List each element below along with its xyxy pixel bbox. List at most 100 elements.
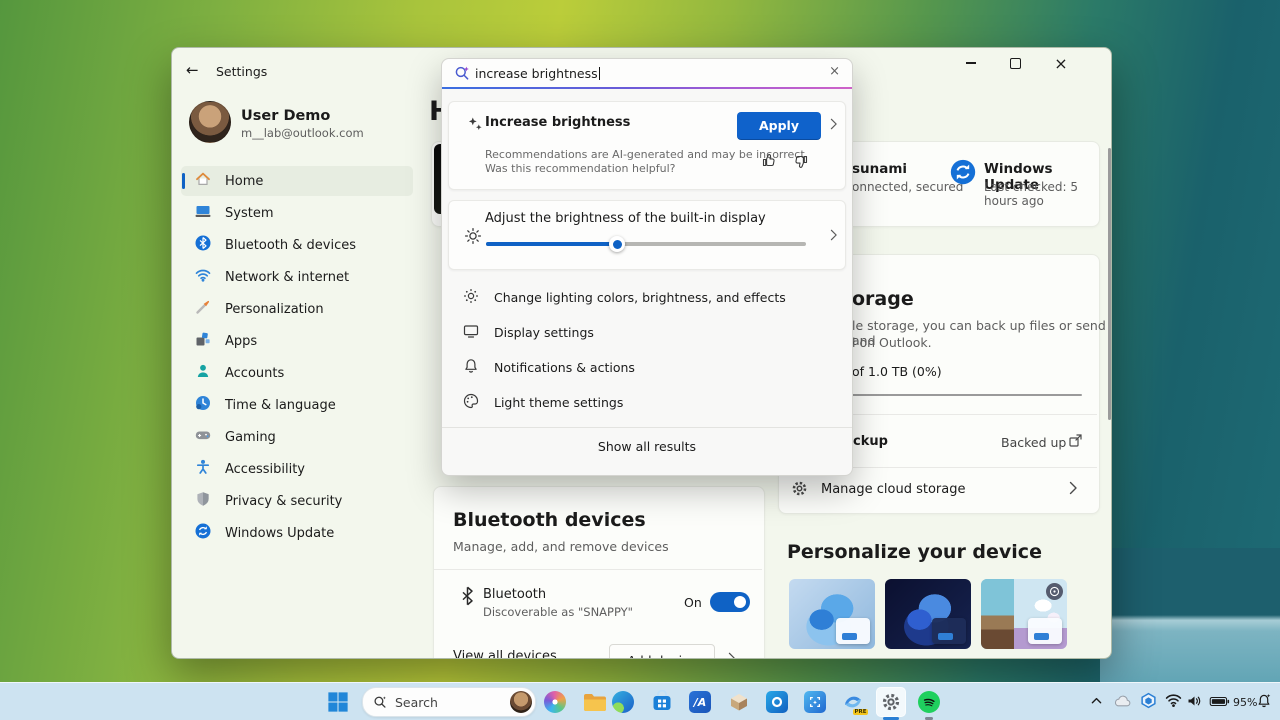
outlook-icon[interactable] (766, 691, 788, 713)
theme-thumbnail-dark[interactable] (885, 579, 971, 649)
sidebar-item-apps[interactable]: Apps (181, 326, 413, 356)
sidebar-item-accounts[interactable]: Accounts (181, 358, 413, 388)
sidebar-item-label: Time & language (225, 398, 336, 413)
network-status-fragment: onnected, secured (852, 180, 963, 194)
bluetooth-toggle-label: On (684, 595, 702, 610)
view-all-devices-label[interactable]: View all devices (453, 649, 557, 659)
bluetooth-row-title: Bluetooth (483, 587, 546, 602)
start-button[interactable] (327, 691, 349, 713)
sidebar-item-accessibility[interactable]: Accessibility (181, 454, 413, 484)
sidebar-item-windows-update[interactable]: Windows Update (181, 518, 413, 548)
theme-thumbnail-spotlight[interactable] (981, 579, 1067, 649)
chevron-right-icon[interactable] (830, 115, 838, 134)
manage-cloud-storage-label[interactable]: Manage cloud storage (821, 482, 966, 497)
apply-label: Apply (759, 118, 799, 133)
scrollbar[interactable] (1108, 148, 1111, 420)
sidebar-item-privacy-security[interactable]: Privacy & security (181, 486, 413, 516)
battery-percent: 95% (1233, 696, 1257, 709)
result-lighting[interactable]: Change lighting colors, brightness, and … (450, 281, 844, 313)
sidebar-item-gaming[interactable]: Gaming (181, 422, 413, 452)
ai-result-card[interactable]: Increase brightness Apply Recommendation… (448, 101, 846, 190)
maximize-button[interactable] (995, 48, 1035, 78)
external-link-icon[interactable] (1068, 433, 1083, 452)
dev-hexagon-icon[interactable] (1140, 692, 1157, 709)
result-light-theme[interactable]: Light theme settings (450, 386, 844, 418)
snipping-tool-icon[interactable] (804, 691, 826, 713)
back-button[interactable]: ← (186, 61, 199, 79)
sidebar-item-time-language[interactable]: Time & language (181, 390, 413, 420)
theme-preview-window (836, 618, 870, 644)
taskbar-search-label: Search (395, 695, 510, 710)
result-notifications[interactable]: Notifications & actions (450, 351, 844, 383)
ai-disclaimer-line1: Recommendations are AI-generated and may… (485, 148, 808, 162)
add-device-button[interactable]: Add device (609, 644, 715, 659)
accessibility-icon (195, 459, 211, 479)
search-input[interactable]: increase brightness (475, 66, 600, 81)
sidebar-item-system[interactable]: System (181, 198, 413, 228)
pre-badge: PRE (853, 709, 868, 715)
tray-wifi-icon[interactable] (1165, 693, 1182, 708)
bluetooth-toggle[interactable] (710, 592, 750, 612)
palette-icon (463, 393, 479, 412)
brightness-card-title: Adjust the brightness of the built-in di… (485, 211, 766, 226)
desktop: ← Settings × User Demo m__lab@outlook.co… (0, 0, 1280, 720)
close-icon: × (1041, 48, 1081, 78)
ai-sparkle-icon (467, 116, 483, 136)
bluetooth-card-title: Bluetooth devices (453, 509, 646, 531)
system-icon (195, 203, 211, 223)
backup-status: Backed up (1001, 435, 1066, 450)
gamepad-icon (195, 427, 211, 447)
onedrive-cloud-icon[interactable] (1113, 693, 1132, 709)
result-label: Light theme settings (494, 395, 623, 410)
tray-volume-icon[interactable] (1186, 693, 1202, 709)
personalize-title: Personalize your device (787, 541, 1042, 563)
brightness-result-card[interactable]: Adjust the brightness of the built-in di… (448, 200, 846, 270)
sidebar-item-label: Privacy & security (225, 494, 342, 509)
apply-button[interactable]: Apply (737, 112, 821, 140)
show-all-results-button[interactable]: Show all results (442, 439, 852, 454)
thumbs-down-icon[interactable] (793, 154, 809, 174)
sidebar-item-bluetooth-devices[interactable]: Bluetooth & devices (181, 230, 413, 260)
thumbs-up-icon[interactable] (761, 152, 777, 172)
settings-taskbar-icon[interactable] (876, 687, 906, 717)
backup-label-fragment: ckup (853, 434, 888, 449)
chevron-right-icon[interactable] (830, 226, 838, 245)
avatar[interactable] (189, 101, 231, 143)
microsoft-store-icon[interactable] (651, 690, 673, 712)
preview-app-icon[interactable]: PRE (842, 691, 864, 713)
brightness-slider[interactable] (486, 242, 806, 246)
search-bar[interactable]: increase brightness × (442, 59, 852, 87)
app-tile-a-icon[interactable]: ∕A (689, 691, 711, 713)
spotify-icon[interactable] (918, 691, 940, 713)
theme-thumbnail-light[interactable] (789, 579, 875, 649)
taskbar-search-box[interactable]: Search (362, 687, 536, 717)
wifi-icon (195, 267, 211, 287)
selected-indicator (182, 173, 185, 189)
box-app-icon[interactable] (728, 691, 750, 713)
windows-update-icon (950, 159, 976, 189)
sidebar-item-network-internet[interactable]: Network & internet (181, 262, 413, 292)
file-explorer-icon[interactable] (583, 693, 607, 712)
battery-icon[interactable] (1208, 694, 1231, 709)
brightness-slider-thumb[interactable] (609, 236, 625, 252)
notification-bell-icon[interactable] (1256, 693, 1272, 709)
sidebar-item-home[interactable]: Home (181, 166, 413, 196)
result-display-settings[interactable]: Display settings (450, 316, 844, 348)
result-label: Change lighting colors, brightness, and … (494, 290, 786, 305)
spotlight-icon (1046, 583, 1063, 600)
bluetooth-row-subtitle: Discoverable as "SNAPPY" (483, 605, 633, 619)
tray-chevron-up-icon[interactable] (1090, 695, 1103, 706)
toggle-knob (734, 596, 746, 608)
clear-search-icon[interactable]: × (829, 64, 840, 79)
lighting-icon (463, 288, 479, 307)
sidebar-item-label: Windows Update (225, 526, 334, 541)
chevron-right-icon[interactable] (728, 649, 736, 659)
storage-desc-line2-fragment: l on Outlook. (852, 335, 932, 350)
sidebar-item-personalization[interactable]: Personalization (181, 294, 413, 324)
edge-icon[interactable] (612, 691, 634, 713)
minimize-icon (966, 62, 976, 63)
minimize-button[interactable] (951, 48, 991, 78)
close-button[interactable]: × (1041, 48, 1081, 78)
chevron-right-icon[interactable] (1069, 480, 1078, 499)
copilot-icon[interactable] (544, 691, 566, 713)
